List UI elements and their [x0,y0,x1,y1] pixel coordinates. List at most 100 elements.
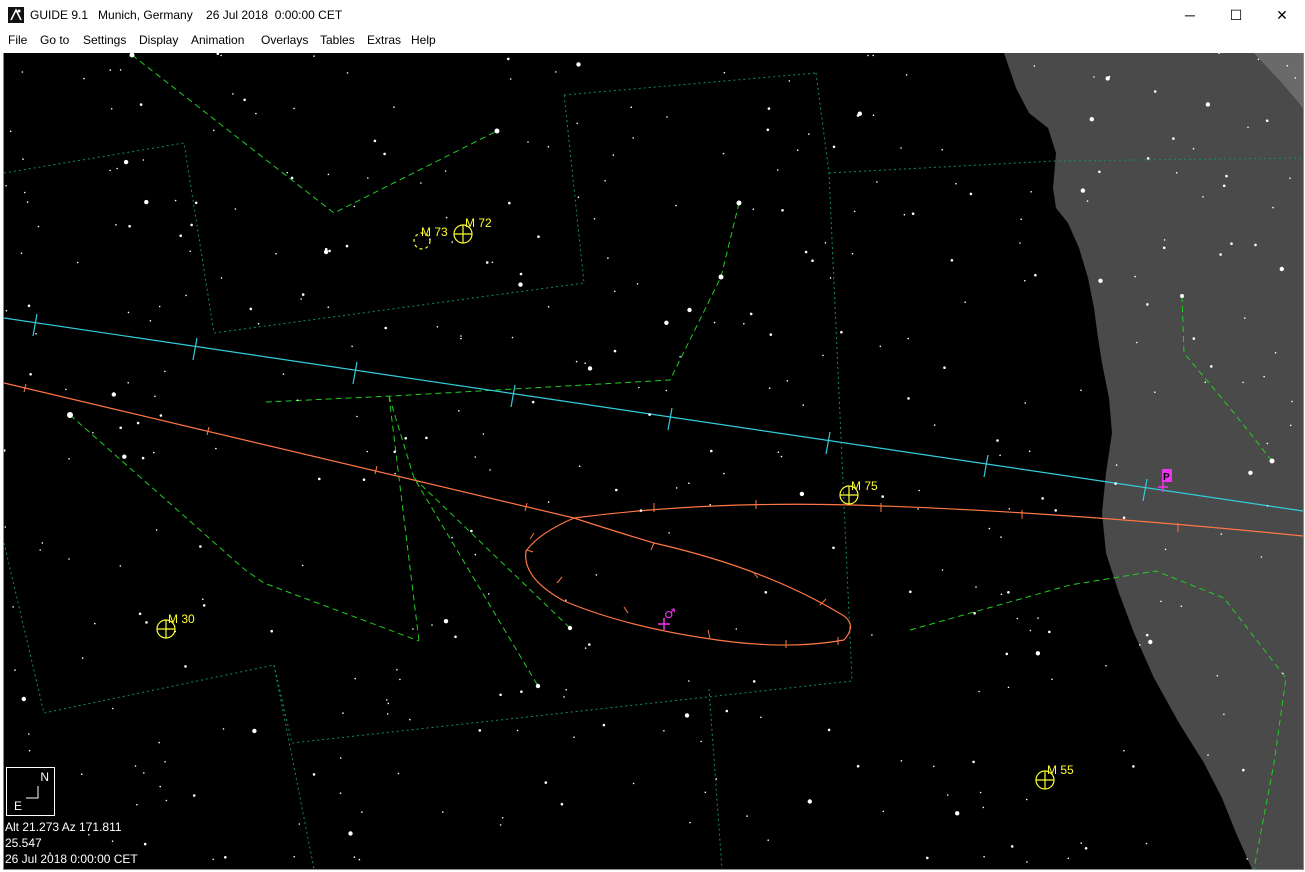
star [786,380,789,382]
sky-chart-drawing[interactable]: ♂ P [4,53,1303,869]
star [804,250,808,254]
star [1163,239,1166,241]
star [632,782,635,785]
menu-help[interactable]: Help [411,33,436,47]
m30-label[interactable]: M 30 [168,612,195,626]
bright-star [1269,458,1275,464]
star [491,261,494,264]
star [832,546,835,550]
star [5,185,7,187]
star [14,669,16,671]
star [856,764,860,768]
star [128,224,131,228]
star [1024,402,1026,404]
star [1153,90,1157,93]
star [1115,464,1118,466]
star [109,169,111,172]
sky-chart[interactable]: ♂ P M 73 M 72 M 75 M 30 M 55 N E Alt 21.… [3,53,1304,870]
star [362,478,366,482]
star [1037,617,1039,619]
star [531,400,535,404]
star [393,106,395,108]
star [111,840,114,842]
star [282,373,285,375]
star [35,333,37,335]
m75-label[interactable]: M 75 [851,479,878,493]
star [174,630,177,633]
star [926,856,929,860]
star [28,733,30,735]
star [318,477,321,481]
menu-go-to[interactable]: Go to [40,33,69,47]
star [346,72,349,74]
menu-animation[interactable]: Animation [191,33,244,47]
star [1016,617,1019,620]
bright-star [67,412,73,418]
minimize-button[interactable]: ─ [1167,0,1213,30]
star [111,707,114,710]
star [1247,126,1249,129]
star [1266,442,1269,445]
star [687,307,692,313]
star [547,306,550,308]
menu-extras[interactable]: Extras [367,33,401,47]
star [474,553,477,556]
star [544,781,548,784]
star [127,382,129,384]
star [766,128,770,132]
star [324,247,328,251]
menu-settings[interactable]: Settings [83,33,126,47]
star [876,181,878,183]
star [353,856,356,858]
maximize-button[interactable]: ☐ [1213,0,1259,30]
star [348,831,353,836]
star [37,225,40,228]
star [1162,246,1166,250]
m73-label[interactable]: M 73 [421,225,448,239]
star [760,716,762,719]
star [358,858,361,861]
star [184,665,187,668]
star [312,773,316,776]
star [520,690,523,693]
star [715,778,718,780]
star [1098,170,1101,174]
star [68,558,70,560]
star [399,678,401,681]
star [445,216,448,219]
star [29,373,32,376]
star [345,244,349,248]
menu-display[interactable]: Display [139,33,178,47]
star [1145,633,1149,637]
star [767,107,771,110]
star [781,209,784,212]
star [27,304,31,308]
star [220,277,223,279]
star [159,785,161,788]
m55-label[interactable]: M 55 [1047,763,1074,777]
menu-file[interactable]: File [8,33,27,47]
menu-overlays[interactable]: Overlays [261,33,308,47]
star [1172,137,1175,140]
star [119,565,122,567]
menu-tables[interactable]: Tables [320,33,355,47]
star [136,421,140,425]
star [584,362,586,365]
star [1257,58,1260,61]
star [425,436,428,440]
star [485,261,489,264]
star [764,591,768,594]
star [979,791,982,794]
bright-star [494,128,500,134]
close-button[interactable]: ✕ [1259,0,1305,30]
star [723,472,725,475]
star [563,696,565,698]
star [298,823,301,825]
star [516,729,519,732]
star [139,103,143,106]
star [116,167,118,170]
star [777,451,780,454]
star [983,855,985,858]
m72-label[interactable]: M 72 [465,216,492,230]
star [584,647,587,649]
